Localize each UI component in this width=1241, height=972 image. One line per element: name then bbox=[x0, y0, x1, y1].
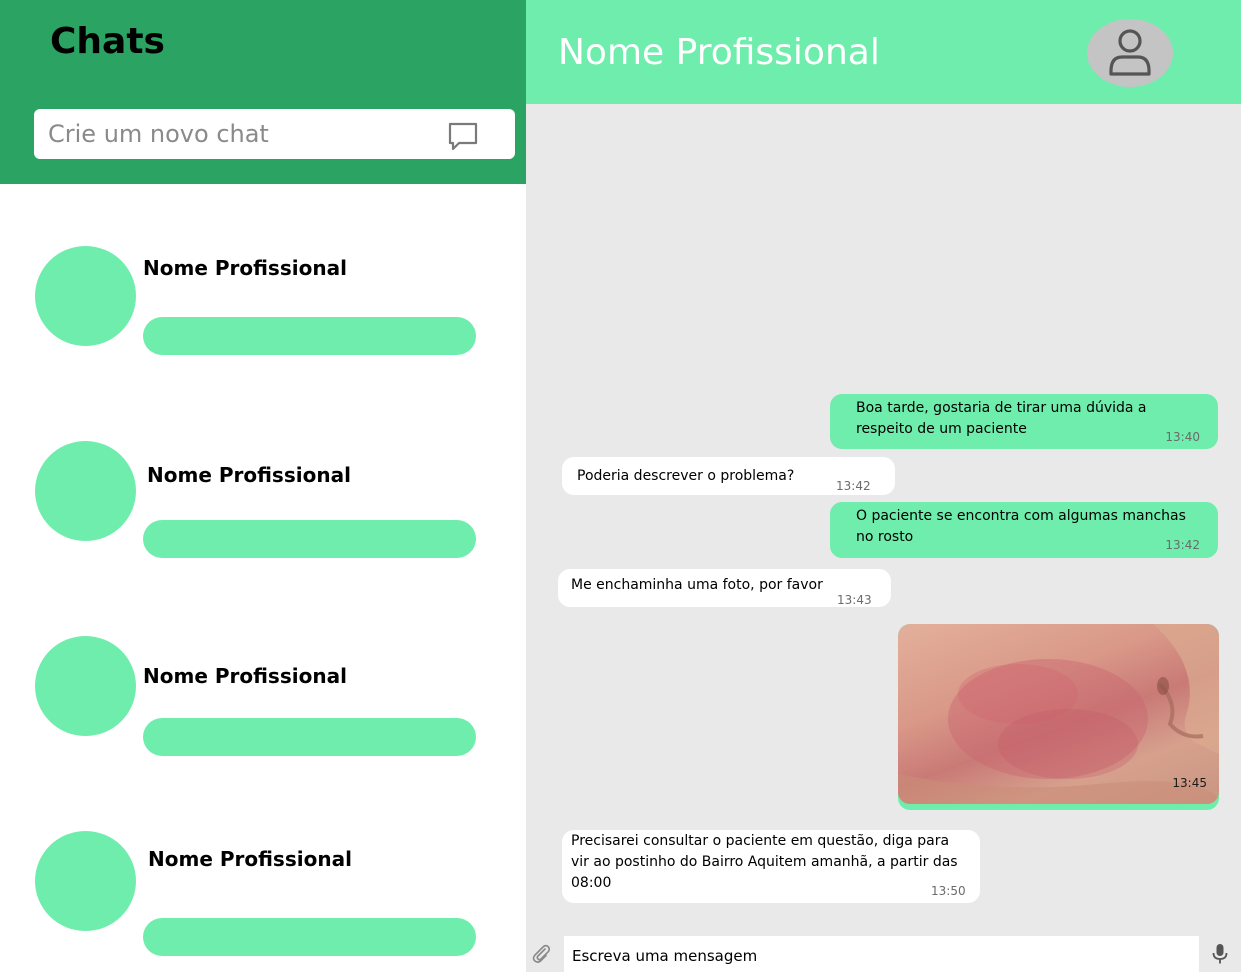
message-time: 13:42 bbox=[836, 479, 871, 493]
chats-title: Chats bbox=[50, 21, 165, 62]
chat-list-item[interactable]: Nome Profissional bbox=[0, 636, 526, 756]
message-time: 13:40 bbox=[1165, 430, 1200, 444]
message-text: Precisarei consultar o paciente em quest… bbox=[571, 833, 958, 891]
chat-list-panel: Chats Nome Profissional Nome Profissiona… bbox=[0, 0, 526, 972]
chat-preview-placeholder bbox=[143, 718, 476, 756]
new-chat-input[interactable] bbox=[48, 109, 438, 159]
message-time: 13:43 bbox=[837, 593, 872, 607]
user-icon bbox=[1109, 29, 1151, 76]
new-chat-search-box bbox=[34, 109, 515, 159]
skin-photo[interactable]: 13:45 bbox=[898, 624, 1219, 804]
message-text: Boa tarde, gostaria de tirar uma dúvida … bbox=[856, 400, 1147, 437]
avatar bbox=[35, 831, 136, 931]
message-time: 13:50 bbox=[931, 884, 966, 898]
contact-profile-button[interactable] bbox=[1087, 19, 1173, 87]
message-text: Me enchaminha uma foto, por favor bbox=[571, 577, 823, 593]
chat-item-name: Nome Profissional bbox=[143, 664, 347, 688]
chat-list-header: Chats bbox=[0, 0, 526, 184]
message-incoming: Me enchaminha uma foto, por favor 13:43 bbox=[558, 569, 891, 607]
chat-preview-placeholder bbox=[143, 317, 476, 355]
message-text: Poderia descrever o problema? bbox=[577, 468, 795, 484]
chat-item-name: Nome Profissional bbox=[147, 463, 351, 487]
chat-preview-placeholder bbox=[143, 520, 476, 558]
chat-list-item[interactable]: Nome Profissional bbox=[0, 831, 526, 956]
chat-preview-placeholder bbox=[143, 918, 476, 956]
message-outgoing-image[interactable]: 13:45 bbox=[898, 624, 1219, 810]
chat-item-name: Nome Profissional bbox=[143, 256, 347, 280]
chat-list-item[interactable]: Nome Profissional bbox=[0, 246, 526, 356]
chat-item-name: Nome Profissional bbox=[148, 847, 352, 871]
message-incoming: Poderia descrever o problema? 13:42 bbox=[562, 457, 895, 495]
chat-list-item[interactable]: Nome Profissional bbox=[0, 441, 526, 558]
conversation-header: Nome Profissional bbox=[526, 0, 1241, 104]
avatar bbox=[35, 246, 136, 346]
avatar bbox=[35, 636, 136, 736]
message-input[interactable] bbox=[564, 936, 1199, 972]
message-composer bbox=[526, 936, 1241, 972]
conversation-panel: Nome Profissional Boa tarde, gostaria de… bbox=[526, 0, 1241, 972]
avatar bbox=[35, 441, 136, 541]
contact-name: Nome Profissional bbox=[558, 32, 880, 73]
message-outgoing: Boa tarde, gostaria de tirar uma dúvida … bbox=[830, 394, 1218, 449]
message-text: O paciente se encontra com algumas manch… bbox=[856, 508, 1186, 545]
microphone-icon[interactable] bbox=[1212, 943, 1228, 965]
chat-bubble-icon[interactable] bbox=[447, 121, 479, 153]
chat-app: Chats Nome Profissional Nome Profissiona… bbox=[0, 0, 1241, 972]
message-incoming: Precisarei consultar o paciente em quest… bbox=[562, 830, 980, 903]
message-time: 13:45 bbox=[1172, 776, 1207, 790]
message-time: 13:42 bbox=[1165, 538, 1200, 552]
paperclip-icon[interactable] bbox=[531, 944, 551, 964]
message-outgoing: O paciente se encontra com algumas manch… bbox=[830, 502, 1218, 558]
